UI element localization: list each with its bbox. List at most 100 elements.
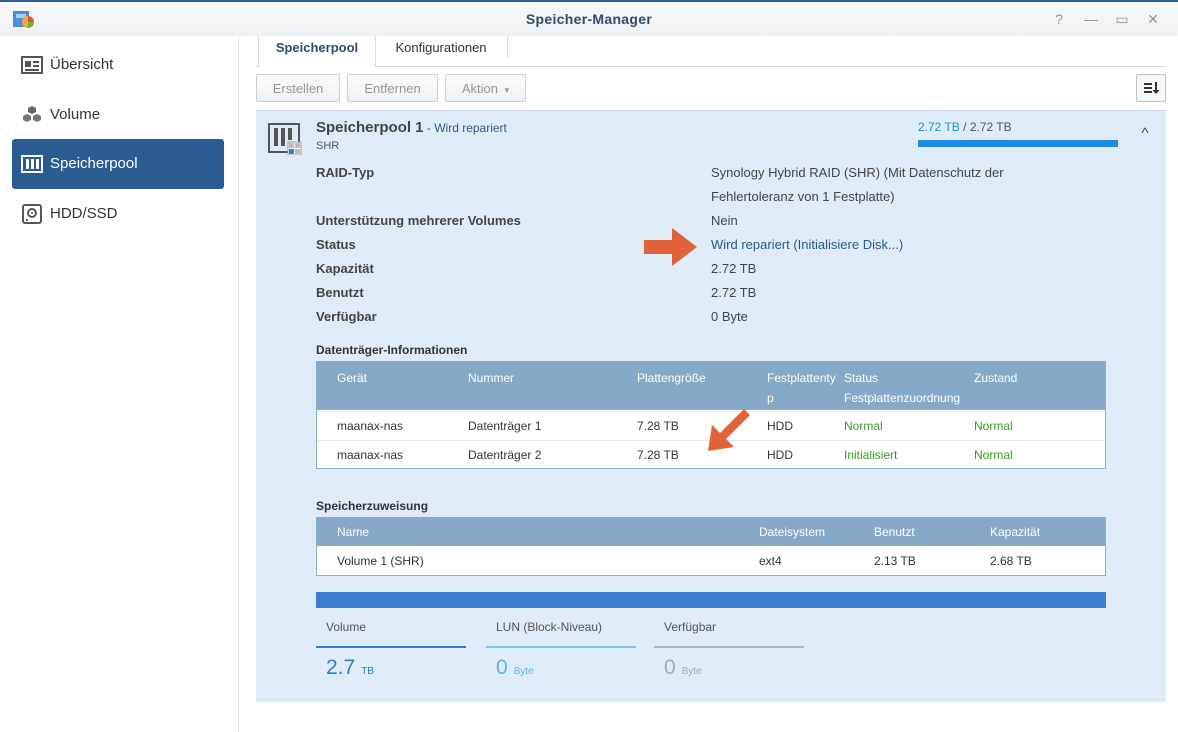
disk-info-title: Datenträger-Informationen [316, 343, 468, 357]
allocation-title: Speicherzuweisung [316, 499, 429, 513]
table-header-cell: Benutzt [874, 525, 915, 539]
table-cell: 2.68 TB [990, 554, 1032, 568]
table-header-cell: Gerät [337, 371, 368, 385]
collapse-icon[interactable]: ^ [1136, 125, 1154, 143]
pool-usage-separator: / [959, 120, 970, 134]
table-header-cell: Name [337, 525, 370, 539]
table-header: Gerät Nummer Plattengröße Festplattenty … [317, 362, 1105, 410]
sort-icon [1144, 82, 1160, 94]
table-cell: maanax-nas [337, 419, 404, 433]
prop-status-value[interactable]: Wird repariert (Initialisiere Disk...) [711, 233, 1071, 257]
table-header-cell: Plattengröße [637, 371, 706, 385]
table-cell: 7.28 TB [637, 448, 679, 462]
table-header: Name Dateisystem Benutzt Kapazität [317, 518, 1105, 546]
action-button[interactable]: Aktion ▾ [445, 74, 526, 102]
stat-value: 0 Byte [496, 656, 534, 680]
table-header-cell: Nummer [468, 371, 515, 385]
sidebar: Übersicht Volume Speicherpool HDD/SSD [0, 36, 239, 732]
tab-bar: Speicherpool Konfigurationen [256, 36, 1166, 67]
sidebar-item-overview[interactable]: Übersicht [12, 40, 224, 90]
help-icon[interactable]: ? [1050, 10, 1068, 28]
status-cell: Initialisiert [844, 448, 898, 462]
table-header-cell: Kapazität [990, 525, 1041, 539]
maximize-icon[interactable]: ▭ [1113, 10, 1131, 28]
remove-button[interactable]: Entfernen [347, 74, 438, 102]
stat-value: 2.7 TB [326, 656, 374, 680]
sidebar-item-label: Übersicht [50, 56, 114, 73]
pool-usage-used: 2.72 TB [918, 120, 960, 134]
pool-usage-text: 2.72 TB / 2.72 TB [918, 120, 1012, 134]
prop-available-label: Verfügbar [316, 309, 377, 324]
sidebar-item-label: Volume [50, 106, 101, 123]
condition-cell: Normal [974, 419, 1013, 433]
sidebar-item-volume[interactable]: Volume [12, 90, 224, 140]
stat-unit: Byte [513, 666, 534, 677]
table-cell: 2.13 TB [874, 554, 916, 568]
stat-number: 0 [496, 656, 508, 679]
sidebar-item-storage-pool[interactable]: Speicherpool [12, 139, 224, 189]
sidebar-item-label: Speicherpool [50, 155, 138, 172]
prop-status-label: Status [316, 237, 356, 252]
status-cell: Normal [844, 419, 883, 433]
prop-multi-volume-label: Unterstützung mehrerer Volumes [316, 213, 521, 228]
stat-label: Verfügbar [664, 620, 717, 634]
create-button[interactable]: Erstellen [256, 74, 340, 102]
stat-underline [654, 646, 804, 648]
allocation-table: Name Dateisystem Benutzt Kapazität Volum… [316, 517, 1106, 576]
sidebar-item-hdd-ssd[interactable]: HDD/SSD [12, 189, 224, 239]
prop-capacity-value: 2.72 TB [711, 261, 757, 276]
pool-status-short: Wird repariert [434, 121, 507, 135]
tab-configurations[interactable]: Konfigurationen [376, 36, 506, 66]
prop-used-label: Benutzt [316, 285, 364, 300]
stat-underline [486, 646, 636, 648]
pool-name: Speicherpool 1 [316, 119, 424, 136]
close-icon[interactable]: ✕ [1144, 10, 1162, 28]
table-cell: HDD [767, 419, 793, 433]
annotation-arrow-right-icon [644, 228, 697, 266]
sidebar-item-label: HDD/SSD [50, 205, 118, 222]
prop-capacity-label: Kapazität [316, 261, 374, 276]
pool-usage-total: 2.72 TB [969, 120, 1012, 134]
stat-label: LUN (Block-Niveau) [496, 620, 603, 634]
stat-number: 2.7 [326, 656, 356, 679]
prop-used-value: 2.72 TB [711, 285, 757, 300]
prop-available-value: 0 Byte [711, 309, 748, 324]
sort-button[interactable] [1136, 74, 1166, 102]
action-label: Aktion [461, 81, 498, 96]
prop-multi-volume-value: Nein [711, 213, 738, 228]
table-cell: Volume 1 (SHR) [337, 554, 424, 568]
stat-number: 0 [664, 656, 676, 679]
chevron-down-icon: ▾ [504, 85, 510, 95]
table-cell: Datenträger 2 [468, 448, 542, 462]
table-header-cell: Zustand [974, 371, 1018, 385]
storage-pool-panel: Speicherpool 1 - Wird repariert SHR 2.72… [256, 110, 1166, 702]
stat-value: 0 Byte [664, 656, 702, 680]
table-row[interactable]: Volume 1 (SHR) ext4 2.13 TB 2.68 TB [317, 547, 1105, 575]
table-header-cell: Dateisystem [759, 525, 826, 539]
pool-title-separator: - [423, 121, 435, 135]
overview-icon [21, 56, 43, 74]
allocation-summary-bar [316, 592, 1106, 608]
tab-storage-pool[interactable]: Speicherpool [258, 36, 376, 67]
stat-label: Volume [326, 620, 367, 634]
pool-usage-fill [918, 140, 1118, 147]
table-cell: Datenträger 1 [468, 419, 542, 433]
storage-pool-icon [268, 123, 302, 155]
minimize-icon[interactable]: — [1082, 10, 1100, 28]
condition-cell: Normal [974, 448, 1013, 462]
prop-raid-type-value: Synology Hybrid RAID (SHR) (Mit Datensch… [711, 165, 1004, 204]
stat-unit: Byte [681, 666, 702, 677]
window-title: Speicher-Manager [525, 11, 653, 27]
pool-usage-bar [918, 140, 1118, 147]
hdd-icon [22, 204, 42, 224]
stat-volume: Volume 2.7 TB [316, 616, 466, 679]
table-header-cell: Festplattenty p [767, 371, 836, 405]
storage-pool-icon [21, 155, 43, 173]
annotation-arrow-down-left-icon [708, 409, 750, 451]
pool-title: Speicherpool 1 - Wird repariert [316, 119, 507, 136]
tab-divider [507, 36, 508, 58]
stat-lun: LUN (Block-Niveau) 0 Byte [486, 616, 636, 679]
table-cell: maanax-nas [337, 448, 404, 462]
stat-underline [316, 646, 466, 648]
title-bar: Speicher-Manager ? — ▭ ✕ [0, 0, 1178, 36]
